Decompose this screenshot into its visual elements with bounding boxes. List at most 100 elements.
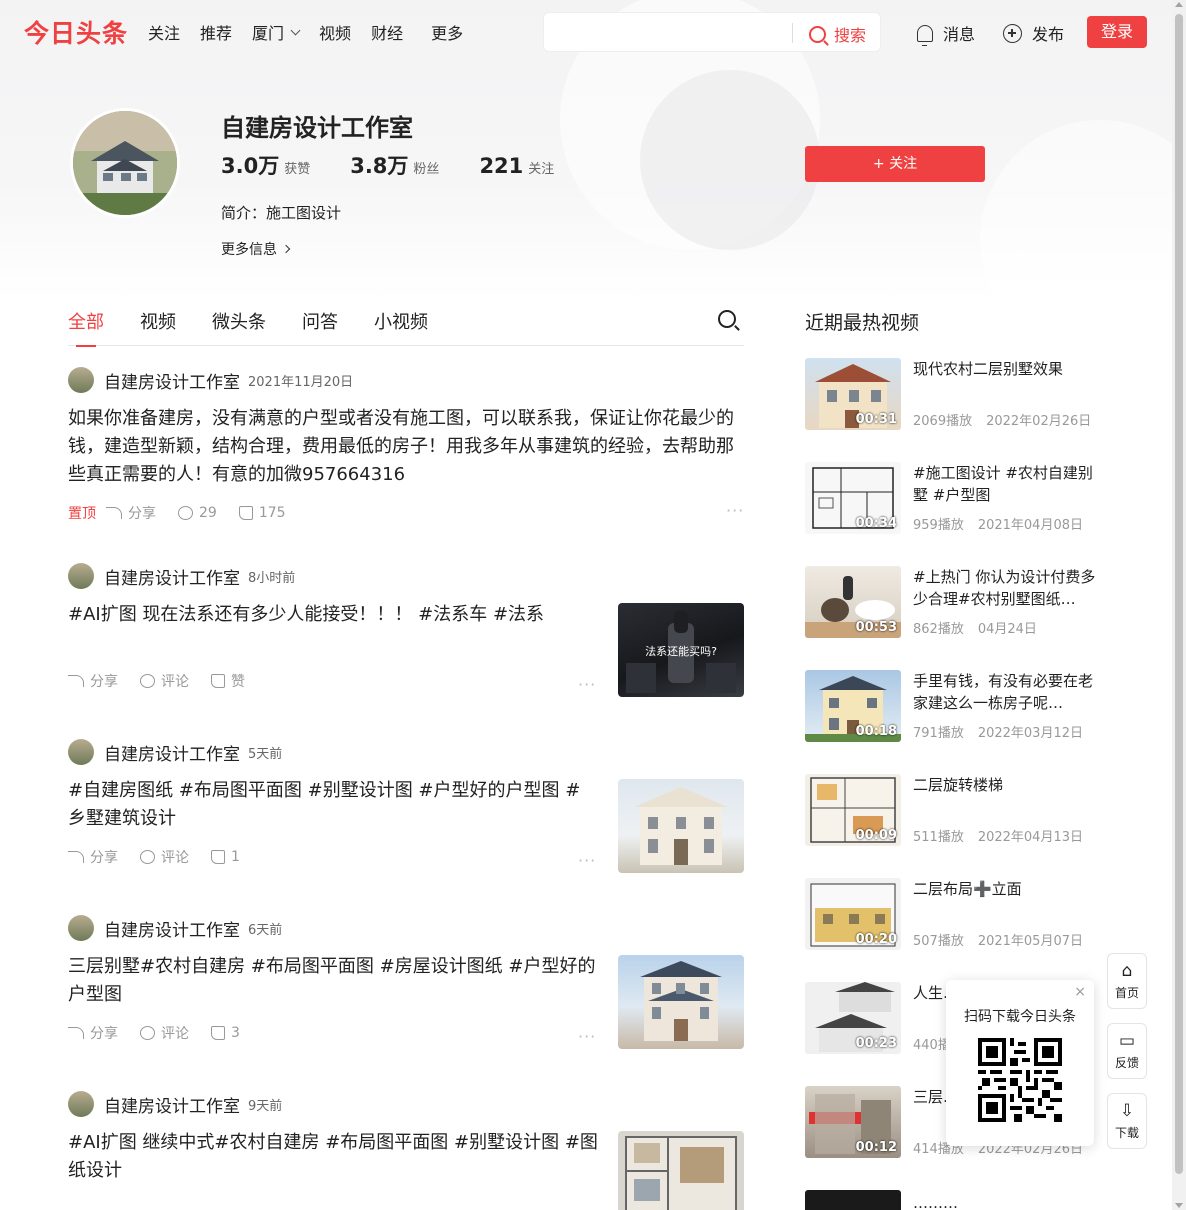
video-title[interactable]: 现代农村二层别墅效果 <box>913 358 1105 380</box>
video-thumbnail[interactable]: 00:20 <box>805 878 901 950</box>
post-text[interactable]: 如果你准备建房，没有满意的户型或者没有施工图，可以联系我，保证让你花最少的钱，建… <box>68 405 744 489</box>
avatar[interactable] <box>68 367 94 393</box>
hot-video-item[interactable]: 00:31 现代农村二层别墅效果 2069播放 2022年02月26日 <box>805 358 1105 430</box>
tab-micro[interactable]: 微头条 <box>212 308 266 346</box>
post-text[interactable]: #AI扩图 继续中式#农村自建房 #布局图平面图 #别墅设计图 #图纸设计 <box>68 1129 598 1185</box>
like-button[interactable]: 赞 <box>211 671 245 691</box>
comment-label: 评论 <box>161 674 189 690</box>
share-button[interactable]: 分享 <box>68 671 118 691</box>
comment-button[interactable]: 29 <box>178 505 217 521</box>
post-text[interactable]: #自建房图纸 #布局图平面图 #别墅设计图 #户型好的户型图 #乡墅建筑设计 <box>68 777 598 833</box>
video-thumbnail[interactable]: 00:34 <box>805 462 901 534</box>
tab-short-video[interactable]: 小视频 <box>374 308 428 346</box>
more-options-icon[interactable]: ··· <box>726 501 744 520</box>
comment-button[interactable]: 评论 <box>140 671 189 691</box>
comment-icon <box>178 506 193 520</box>
comment-icon <box>140 674 155 688</box>
author-name[interactable]: 自建房设计工作室 <box>104 916 240 941</box>
video-title[interactable]: 二层布局➕立面 <box>913 878 1105 900</box>
nav-item-video[interactable]: 视频 <box>319 20 351 44</box>
author-name[interactable]: 自建房设计工作室 <box>104 564 240 589</box>
stat-following[interactable]: 221 关注 <box>479 154 554 178</box>
download-button[interactable]: ⇩ 下载 <box>1107 1093 1147 1149</box>
scroll-up-arrow-icon[interactable] <box>1175 2 1183 7</box>
login-button[interactable]: 登录 <box>1087 16 1147 48</box>
nav-item-more[interactable]: 更多 <box>431 20 463 44</box>
share-button[interactable]: 分享 <box>68 847 118 867</box>
close-icon[interactable]: × <box>1074 984 1086 1000</box>
floor-plan-image <box>625 1136 737 1210</box>
post-thumbnail[interactable] <box>618 1131 744 1210</box>
comment-button[interactable]: 评论 <box>140 847 189 867</box>
post-time: 5天前 <box>248 746 283 762</box>
post-thumbnail[interactable]: 法系还能买吗? <box>618 603 744 697</box>
nav-item-recommend[interactable]: 推荐 <box>200 20 232 44</box>
avatar[interactable] <box>68 915 94 941</box>
scroll-down-arrow-icon[interactable] <box>1175 1203 1183 1208</box>
follow-button[interactable]: + 关注 <box>805 146 985 182</box>
hot-video-item[interactable]: 00:34 #施工图设计 #农村自建别墅 #户型图 959播放 2021年04月0… <box>805 462 1105 534</box>
avatar[interactable] <box>68 739 94 765</box>
nav-item-finance[interactable]: 财经 <box>371 20 403 44</box>
post-time: 6天前 <box>248 922 283 938</box>
hot-video-item[interactable]: 00:53 #上热门 你认为设计付费多少合理#农村别墅图纸… 862播放 04月2… <box>805 566 1105 638</box>
video-title[interactable]: #上热门 你认为设计付费多少合理#农村别墅图纸… <box>913 566 1105 610</box>
video-title[interactable]: ……… <box>913 1192 1105 1210</box>
vertical-scrollbar[interactable] <box>1172 0 1186 1210</box>
feedback-button[interactable]: ▭ 反馈 <box>1107 1023 1147 1079</box>
scrollbar-thumb[interactable] <box>1175 14 1183 1174</box>
avatar[interactable] <box>68 1091 94 1117</box>
more-info-link[interactable]: 更多信息 <box>221 239 291 259</box>
nav-item-follow[interactable]: 关注 <box>148 20 180 44</box>
tab-qa[interactable]: 问答 <box>302 308 338 346</box>
hot-video-item[interactable]: ……… <box>805 1190 1105 1210</box>
video-thumbnail[interactable]: 00:09 <box>805 774 901 846</box>
like-button[interactable]: 3 <box>211 1025 240 1041</box>
home-button[interactable]: ⌂ 首页 <box>1107 953 1147 1009</box>
video-title[interactable]: 二层旋转楼梯 <box>913 774 1105 796</box>
like-button[interactable]: 175 <box>238 505 286 521</box>
post-thumbnail[interactable] <box>618 779 744 873</box>
more-options-icon[interactable]: ··· <box>578 1027 596 1046</box>
post-text[interactable]: #AI扩图 现在法系还有多少人能接受！！！ #法系车 #法系 <box>68 601 598 629</box>
author-name[interactable]: 自建房设计工作室 <box>104 740 240 765</box>
profile-avatar[interactable] <box>70 108 180 218</box>
nav-item-city[interactable]: 厦门 <box>252 20 301 44</box>
banner-decoration <box>640 70 820 250</box>
author-name[interactable]: 自建房设计工作室 <box>104 368 240 393</box>
video-thumbnail[interactable]: 00:53 <box>805 566 901 638</box>
hot-video-item[interactable]: 00:18 手里有钱，有没有必要在老家建这么一栋房子呢… 791播放 2022年0… <box>805 670 1105 742</box>
publish-button[interactable]: 发布 <box>1003 21 1064 45</box>
more-options-icon[interactable]: ··· <box>578 675 596 694</box>
video-title[interactable]: #施工图设计 #农村自建别墅 #户型图 <box>913 462 1105 506</box>
hot-video-item[interactable]: 00:20 二层布局➕立面 507播放 2021年05月07日 <box>805 878 1105 950</box>
like-button[interactable]: 1 <box>211 849 240 865</box>
site-logo[interactable]: 今日头条 <box>24 14 128 50</box>
play-count: 507播放 <box>913 934 964 949</box>
video-title[interactable]: 手里有钱，有没有必要在老家建这么一栋房子呢… <box>913 670 1105 714</box>
share-label: 分享 <box>90 850 118 866</box>
post-thumbnail[interactable] <box>618 955 744 1049</box>
pinned-badge: 置顶 <box>68 506 96 522</box>
video-thumbnail[interactable]: 00:31 <box>805 358 901 430</box>
video-thumbnail[interactable]: 00:18 <box>805 670 901 742</box>
share-button[interactable]: 分享 <box>106 503 156 523</box>
share-button[interactable]: 分享 <box>68 1023 118 1043</box>
search-icon[interactable] <box>718 310 736 328</box>
avatar[interactable] <box>68 563 94 589</box>
video-thumbnail[interactable]: 00:23 <box>805 982 901 1054</box>
post-text[interactable]: 三层别墅#农村自建房 #布局图平面图 #房屋设计图纸 #户型好的户型图 <box>68 953 598 1009</box>
comment-button[interactable]: 评论 <box>140 1023 189 1043</box>
search-button[interactable]: 搜索 <box>809 22 866 46</box>
messages-button[interactable]: 消息 <box>917 21 975 46</box>
tab-all[interactable]: 全部 <box>68 308 104 347</box>
author-name[interactable]: 自建房设计工作室 <box>104 1092 240 1117</box>
video-thumbnail[interactable] <box>805 1190 901 1210</box>
more-options-icon[interactable]: ··· <box>578 851 596 870</box>
stat-fans[interactable]: 3.8万 粉丝 <box>350 150 439 180</box>
hot-video-item[interactable]: 00:09 二层旋转楼梯 511播放 2022年04月13日 <box>805 774 1105 846</box>
thumbnail-caption: 法系还能买吗? <box>645 645 717 658</box>
tab-video[interactable]: 视频 <box>140 308 176 346</box>
video-thumbnail[interactable]: 00:12 <box>805 1086 901 1158</box>
search-input[interactable] <box>544 13 784 51</box>
